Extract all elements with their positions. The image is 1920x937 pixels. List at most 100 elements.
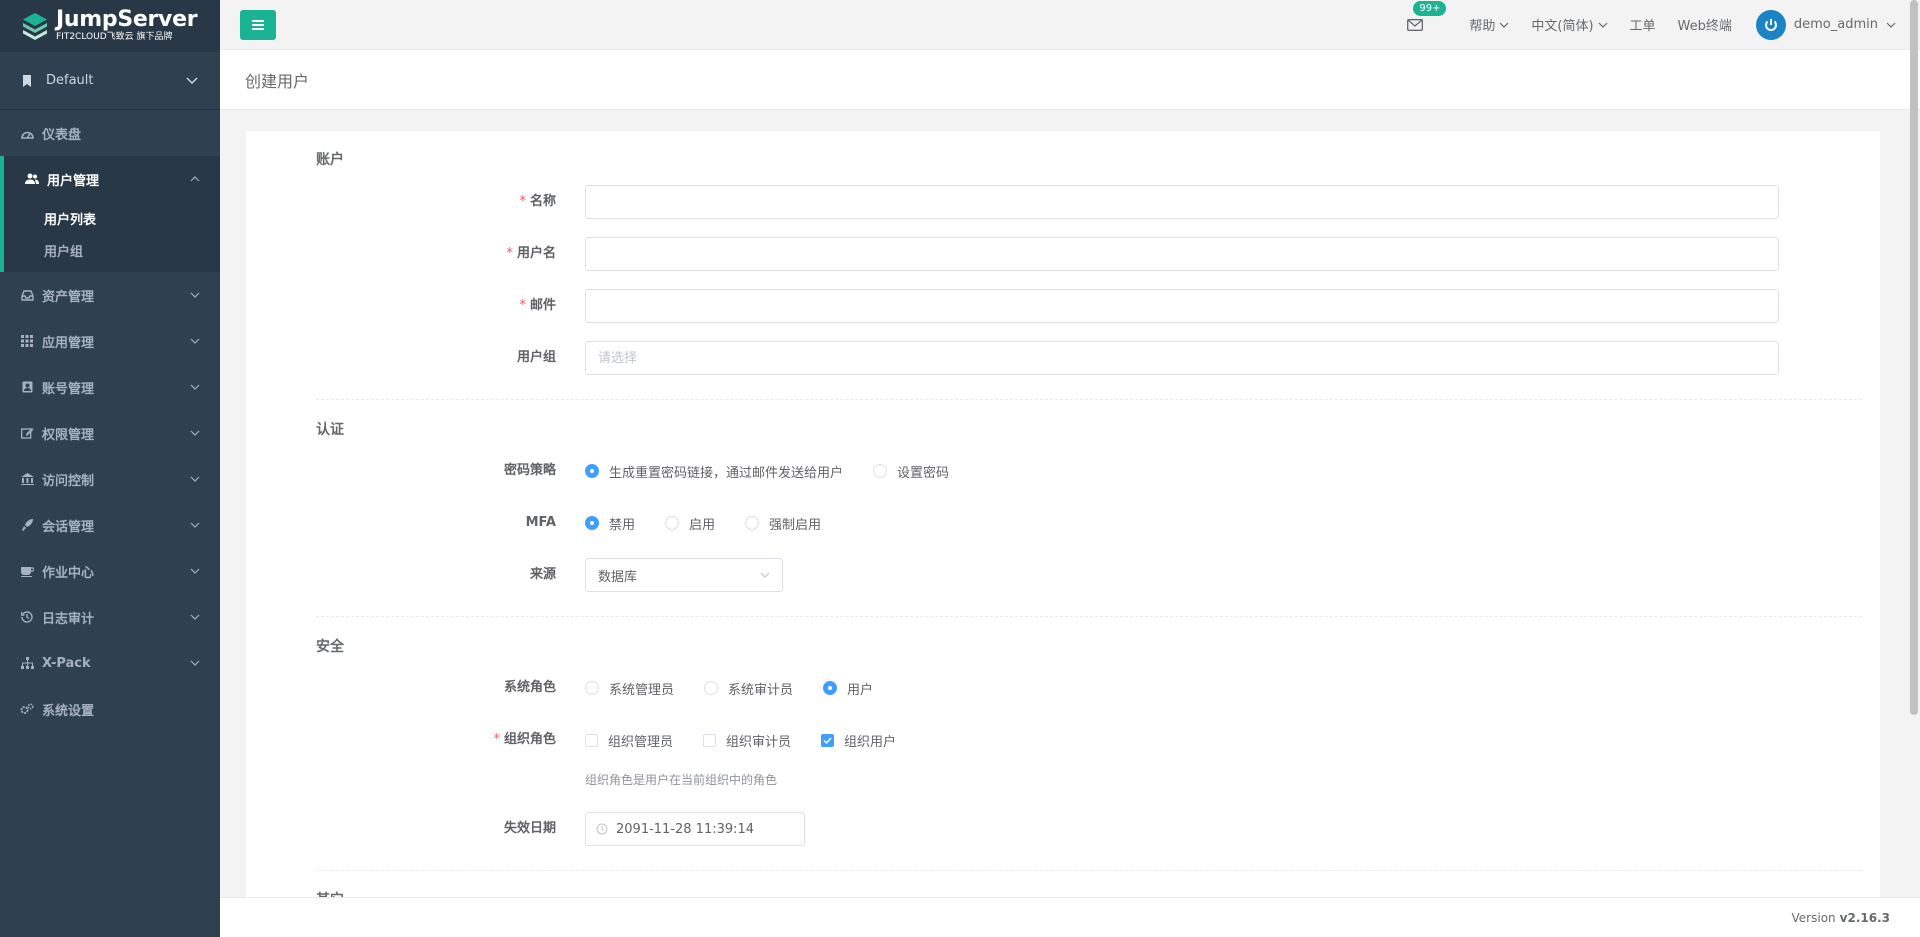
mfa-disabled-radio[interactable]: 禁用: [585, 514, 635, 533]
radio-label: 强制启用: [769, 517, 822, 533]
org-role-label: * 组织角色: [376, 723, 556, 757]
checkbox-label: 组织用户: [844, 734, 897, 750]
web-terminal-link[interactable]: Web终端: [1678, 15, 1732, 34]
sidebar-item-ops[interactable]: 作业中心: [0, 548, 220, 594]
envelope-icon: [1407, 18, 1424, 31]
org-select[interactable]: Default: [0, 52, 220, 110]
chevron-down-icon: [190, 292, 200, 298]
sidebar-item-users[interactable]: 用户管理: [0, 156, 220, 202]
system-role-user-radio[interactable]: 用户: [823, 679, 873, 698]
brand-sub: FIT2CLOUD飞致云 旗下品牌: [56, 32, 173, 42]
user-menu[interactable]: demo_admin: [1755, 9, 1896, 40]
sidebar-toggle-button[interactable]: [240, 9, 276, 40]
username-input[interactable]: [585, 237, 1779, 271]
sidebar-item-dashboard[interactable]: 仪表盘: [0, 110, 220, 156]
edit-icon: [20, 426, 34, 440]
sidebar-item-sessions[interactable]: 会话管理: [0, 502, 220, 548]
password-policy-email-link-radio[interactable]: 生成重置密码链接，通过邮件发送给用户: [585, 462, 843, 481]
section-title-account: 账户: [316, 152, 344, 168]
building-icon: [20, 472, 34, 486]
version-number: v2.16.3: [1839, 910, 1890, 925]
radio-label: 设置密码: [897, 465, 950, 481]
sidebar-item-apps[interactable]: 应用管理: [0, 318, 220, 364]
sidebar-item-assets[interactable]: 资产管理: [0, 272, 220, 318]
radio-circle: [585, 681, 599, 695]
checkbox-box: [585, 733, 598, 747]
checkbox-label: 组织管理员: [608, 734, 674, 750]
contact-card-icon: [20, 380, 34, 394]
password-policy-set-password-radio[interactable]: 设置密码: [873, 462, 949, 481]
org-role-checkbox-group: 组织管理员 组织审计员 组织用户: [585, 723, 926, 757]
org-role-admin-checkbox[interactable]: 组织管理员: [585, 731, 673, 750]
jumpserver-logo-icon: [23, 13, 47, 40]
history-icon: [20, 610, 34, 624]
page-heading: 创建用户: [220, 50, 1920, 110]
expire-date-input[interactable]: 2091-11-28 11:39:14: [585, 812, 805, 846]
email-label: * 邮件: [376, 289, 556, 323]
mfa-forced-radio[interactable]: 强制启用: [745, 514, 821, 533]
name-label-text: 名称: [529, 194, 556, 209]
org-role-user-checkbox[interactable]: 组织用户: [821, 731, 896, 750]
logo[interactable]: JumpServer FIT2CLOUD飞致云 旗下品牌: [0, 0, 220, 52]
source-select[interactable]: 数据库: [585, 558, 783, 592]
system-role-auditor-radio[interactable]: 系统审计员: [704, 679, 793, 698]
chevron-down-icon: [190, 338, 200, 344]
sidebar-item-label: 权限管理: [42, 427, 95, 443]
sidebar-item-settings[interactable]: 系统设置: [0, 686, 220, 732]
email-label-text: 邮件: [529, 298, 556, 313]
org-role-label-text: 组织角色: [503, 732, 556, 747]
avatar: [1755, 9, 1786, 40]
hamburger-icon: [252, 19, 264, 30]
source-select-value: 数据库: [598, 569, 638, 585]
sidebar-item-label: 仪表盘: [42, 127, 82, 143]
create-user-form: 账户 *名称 *用户名 *邮件 用户组 认证 密码策略 生成重置密码链接，通过邮…: [246, 131, 1880, 897]
sidebar-item-perms[interactable]: 权限管理: [0, 410, 220, 456]
required-mark: *: [506, 246, 513, 261]
brand-name: JumpServer: [56, 7, 198, 32]
sidebar-item-accounts[interactable]: 账号管理: [0, 364, 220, 410]
chevron-down-icon: [1499, 22, 1509, 28]
chevron-down-icon: [190, 614, 200, 620]
sidebar-item-audit[interactable]: 日志审计: [0, 594, 220, 640]
section-divider: [316, 616, 1862, 617]
name-input[interactable]: [585, 185, 1779, 219]
system-role-admin-radio[interactable]: 系统管理员: [585, 679, 674, 698]
system-role-label: 系统角色: [503, 680, 556, 695]
dashboard-icon: [20, 126, 34, 140]
coffee-icon: [20, 564, 34, 578]
messages-button[interactable]: 99+: [1405, 0, 1447, 35]
sidebar-item-acl[interactable]: 访问控制: [0, 456, 220, 502]
checkbox-box: [821, 733, 835, 747]
page-scrollbar[interactable]: [1910, 0, 1918, 715]
org-role-hint: 组织角色是用户在当前组织中的角色: [585, 773, 778, 787]
user-group-select[interactable]: [585, 341, 1779, 375]
sidebar-item-xpack[interactable]: X-Pack: [0, 640, 220, 686]
radio-circle: [704, 681, 719, 695]
org-role-auditor-checkbox[interactable]: 组织审计员: [703, 731, 791, 750]
required-mark: *: [493, 732, 500, 747]
sitemap-icon: [20, 656, 34, 670]
mfa-enabled-radio[interactable]: 启用: [665, 514, 715, 533]
required-mark: *: [519, 194, 526, 209]
sidebar-item-label: 会话管理: [42, 519, 95, 535]
mfa-label: MFA: [525, 515, 556, 530]
sidebar-subitem-user-list[interactable]: 用户列表: [4, 202, 220, 234]
users-submenu: 用户列表 用户组: [0, 202, 220, 272]
page-title: 创建用户: [245, 71, 310, 91]
messages-count-badge: 99+: [1413, 0, 1447, 16]
email-input[interactable]: [585, 289, 1779, 323]
radio-circle: [823, 681, 838, 695]
section-divider: [316, 870, 1862, 871]
checkbox-box: [703, 733, 717, 747]
section-title-security: 安全: [316, 639, 344, 655]
user-group-label: 用户组: [516, 350, 556, 365]
help-menu[interactable]: 帮助: [1469, 15, 1509, 34]
radio-label: 用户: [847, 682, 874, 698]
org-name: Default: [46, 73, 94, 88]
language-label: 中文(简体): [1531, 19, 1594, 34]
radio-circle: [873, 464, 888, 478]
section-title-other: 其它: [316, 889, 344, 897]
tickets-link[interactable]: 工单: [1630, 15, 1656, 34]
sidebar-subitem-user-groups[interactable]: 用户组: [4, 234, 220, 266]
language-menu[interactable]: 中文(简体): [1531, 15, 1607, 34]
